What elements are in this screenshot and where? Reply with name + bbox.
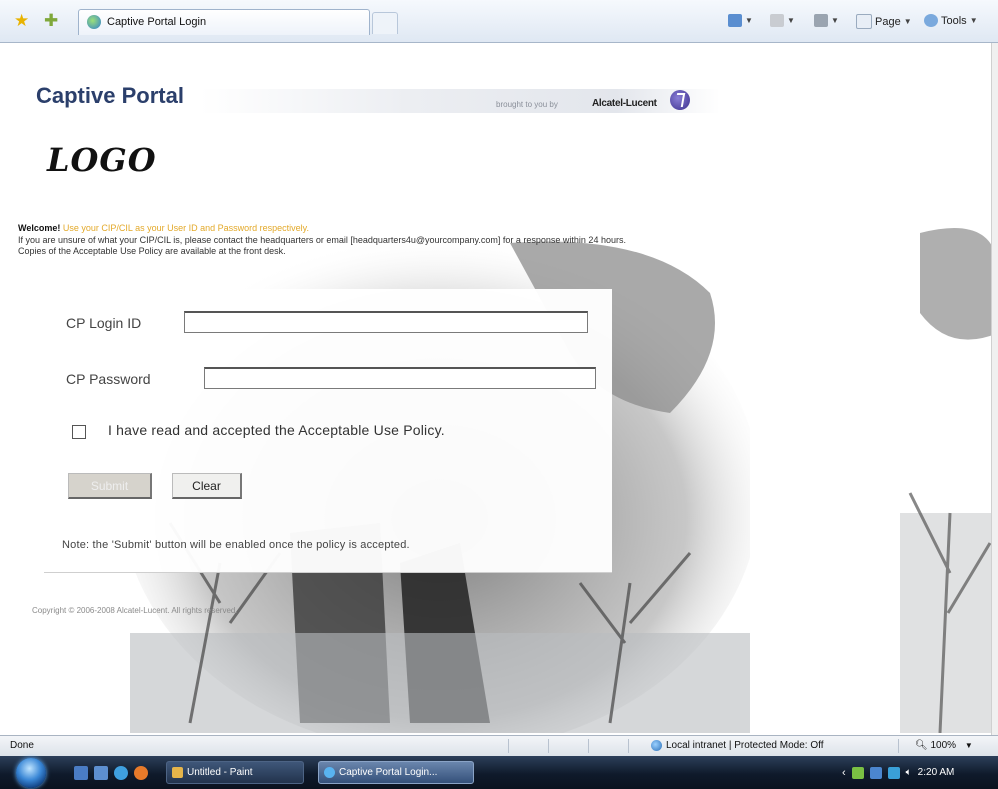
- chevron-down-icon: ▼: [831, 16, 839, 25]
- welcome-line-3: Copies of the Acceptable Use Policy are …: [18, 246, 286, 256]
- browser-toolbar: ★ ✚ Captive Portal Login ▼ ▼ ▼ Page ▼ To…: [0, 0, 998, 43]
- policy-label: I have read and accepted the Acceptable …: [108, 422, 445, 438]
- tools-menu-button[interactable]: Tools ▼: [924, 14, 978, 27]
- internet-explorer-icon: [324, 767, 335, 778]
- printer-icon: [814, 14, 828, 27]
- browser-tab-title: Captive Portal Login: [107, 16, 207, 28]
- chevron-down-icon: ▼: [903, 17, 912, 26]
- brought-by-label: brought to you by: [496, 100, 558, 109]
- switch-windows-icon[interactable]: [94, 766, 108, 780]
- status-divider: [548, 739, 549, 753]
- clear-button[interactable]: Clear: [172, 473, 242, 499]
- submit-note: Note: the 'Submit' button will be enable…: [62, 539, 410, 551]
- form-divider: [44, 572, 612, 573]
- welcome-line-1: Welcome! Use your CIP/CIL as your User I…: [18, 223, 918, 235]
- tools-menu-label: Tools: [941, 14, 967, 27]
- paint-icon: [172, 767, 183, 778]
- copyright-text: Copyright © 2006-2008 Alcatel-Lucent. Al…: [32, 606, 238, 615]
- alcatel-lucent-logo-icon: [670, 90, 690, 110]
- security-zone-label: Local intranet | Protected Mode: Off: [666, 740, 824, 751]
- zoom-control[interactable]: 🔍︎ 100% ▼: [915, 740, 973, 751]
- print-button[interactable]: ▼: [814, 14, 839, 27]
- welcome-message: Welcome! Use your CIP/CIL as your User I…: [18, 223, 918, 258]
- login-form-panel: CP Login ID CP Password I have read and …: [44, 289, 612, 573]
- password-label: CP Password: [66, 371, 151, 387]
- status-divider: [628, 739, 629, 753]
- home-icon: [728, 14, 742, 27]
- page-menu-label: Page: [875, 15, 901, 28]
- feeds-icon: [770, 14, 784, 27]
- taskbar-item-paint[interactable]: Untitled - Paint: [166, 761, 304, 784]
- login-id-input[interactable]: [184, 311, 588, 333]
- policy-checkbox[interactable]: [72, 425, 86, 439]
- chevron-down-icon: ▼: [969, 16, 978, 25]
- home-button[interactable]: ▼: [728, 14, 753, 27]
- zoom-level: 100%: [930, 740, 957, 751]
- vertical-scrollbar[interactable]: [991, 43, 998, 735]
- media-player-icon[interactable]: [134, 766, 148, 780]
- status-divider: [898, 739, 899, 753]
- chevron-down-icon: ▼: [787, 16, 795, 25]
- status-divider: [588, 739, 589, 753]
- chevron-down-icon: ▼: [964, 741, 973, 750]
- submit-button[interactable]: Submit: [68, 473, 152, 499]
- favorites-star-icon[interactable]: ★: [14, 12, 29, 29]
- page-viewport: Captive Portal brought to you by Alcatel…: [0, 43, 998, 735]
- clock[interactable]: 2:20 AM: [918, 767, 955, 778]
- internet-explorer-icon[interactable]: [114, 766, 128, 780]
- network-icon[interactable]: [869, 766, 882, 779]
- feeds-button[interactable]: ▼: [770, 14, 795, 27]
- add-favorites-icon[interactable]: ✚: [44, 12, 58, 29]
- show-desktop-icon[interactable]: [74, 766, 88, 780]
- status-bar: Done Local intranet | Protected Mode: Of…: [0, 735, 998, 756]
- login-id-label: CP Login ID: [66, 315, 142, 331]
- page-icon: [856, 14, 872, 29]
- page-menu-button[interactable]: Page ▼: [856, 14, 912, 29]
- page-title: Captive Portal: [36, 83, 184, 108]
- password-input[interactable]: [204, 367, 596, 389]
- welcome-lead: Welcome!: [18, 223, 61, 233]
- status-divider: [508, 739, 509, 753]
- tray-app-icon[interactable]: [851, 766, 864, 779]
- chevron-down-icon: ▼: [745, 16, 753, 25]
- gear-icon: [924, 14, 938, 27]
- new-tab-button[interactable]: [372, 12, 398, 34]
- ie-page-icon: [87, 15, 101, 29]
- taskbar-item-label: Captive Portal Login...: [339, 767, 438, 778]
- status-text: Done: [10, 740, 34, 751]
- welcome-line-2: If you are unsure of what your CIP/CIL i…: [18, 234, 626, 245]
- start-button[interactable]: [16, 758, 46, 788]
- tray-app-icon[interactable]: [887, 766, 900, 779]
- globe-icon: [651, 740, 662, 751]
- taskbar-item-captive-portal[interactable]: Captive Portal Login...: [318, 761, 474, 784]
- security-zone[interactable]: Local intranet | Protected Mode: Off: [651, 740, 824, 751]
- system-tray: ‹ 🔈︎ 2:20 AM: [842, 756, 954, 789]
- windows-taskbar: Untitled - Paint Captive Portal Login...…: [0, 756, 998, 789]
- company-logo: LOGO: [47, 141, 157, 179]
- zoom-icon: 🔍︎: [915, 740, 928, 751]
- welcome-highlight: Use your CIP/CIL as your User ID and Pas…: [62, 223, 309, 233]
- background-scenery-image-right: [900, 228, 998, 733]
- company-name: Alcatel-Lucent: [592, 98, 657, 109]
- taskbar-item-label: Untitled - Paint: [187, 767, 253, 778]
- volume-icon[interactable]: 🔈︎: [906, 767, 912, 778]
- chevron-left-icon[interactable]: ‹: [842, 767, 846, 779]
- browser-tab-active[interactable]: Captive Portal Login: [78, 9, 370, 35]
